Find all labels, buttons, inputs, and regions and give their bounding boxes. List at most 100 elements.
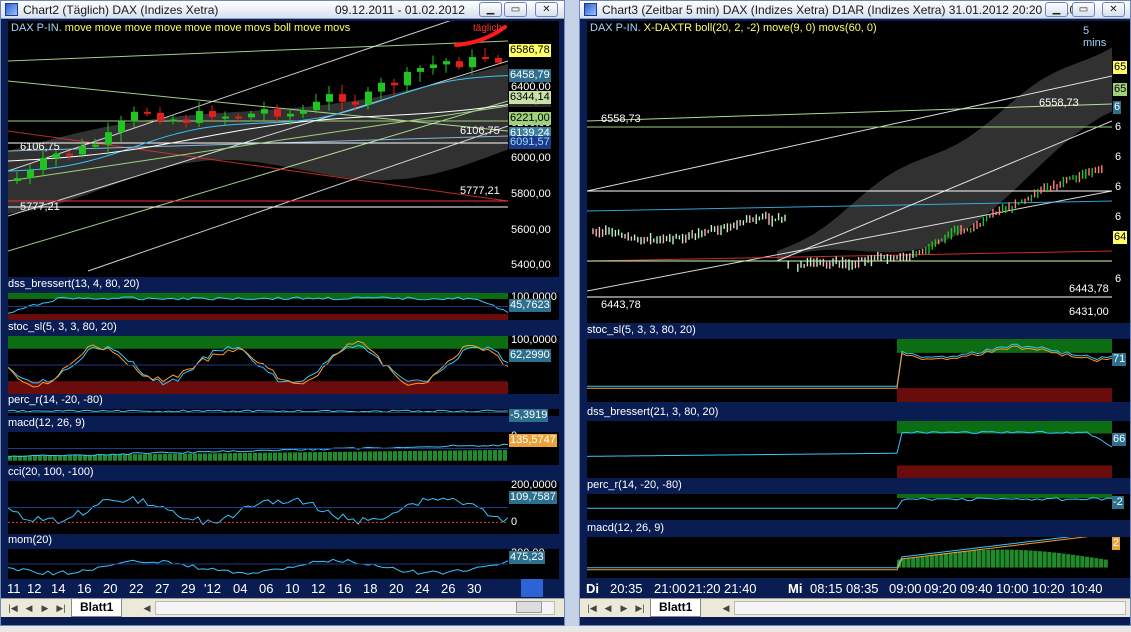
indicator-pane[interactable]	[587, 421, 1112, 478]
indicator-pane[interactable]	[8, 481, 508, 534]
level-label: 6443,78	[601, 299, 641, 311]
sheet-tab[interactable]: Blatt1	[650, 599, 702, 617]
maximize-button[interactable]: ▭	[504, 2, 527, 17]
candle-body	[235, 116, 242, 119]
indicator-tick-label: 100,0000	[511, 334, 557, 346]
indicator-pane[interactable]	[8, 409, 508, 416]
horizontal-scrollbar[interactable]	[155, 601, 555, 615]
price-chart-pane[interactable]: DAX P-IN. move move move move move move …	[8, 21, 508, 277]
next-sheet-icon[interactable]: ▶	[618, 602, 630, 614]
macd-histogram-bar	[1000, 549, 1005, 568]
time-axis-label: 12	[27, 581, 42, 596]
close-button[interactable]: ✕	[1102, 2, 1125, 17]
macd-histogram-bar	[944, 552, 948, 568]
time-axis-label: 20	[389, 581, 404, 596]
macd-histogram-bar	[478, 450, 482, 461]
macd-histogram-bar	[1009, 549, 1014, 568]
price-scale[interactable]: 65 65 6 64 6 6 6 6 6	[1112, 21, 1130, 323]
macd-histogram-bar	[418, 450, 422, 461]
indicator-pane-label: dss_bressert(13, 4, 80, 20)	[8, 278, 508, 292]
macd-histogram-bar	[98, 454, 102, 461]
indicator-scale[interactable]: 200,0000 0 109,7587	[508, 479, 559, 534]
window-titlebar[interactable]: Chart3 (Zeitbar 5 min) DAX (Indizes Xetr…	[580, 1, 1130, 19]
indicator-pane[interactable]	[587, 537, 1112, 578]
time-axis-label: 18	[363, 581, 378, 596]
candle-body	[378, 82, 385, 92]
macd-histogram-bar	[33, 455, 37, 461]
candle-body	[53, 153, 60, 159]
next-sheet-icon[interactable]: ▶	[39, 602, 51, 614]
candle-body	[469, 57, 476, 68]
indicator-scale[interactable]: 100,0000 62,2990	[508, 334, 559, 394]
macd-histogram-bar	[163, 453, 167, 461]
first-sheet-icon[interactable]: |◀	[7, 602, 19, 614]
maximize-button[interactable]: ▭	[1072, 2, 1095, 17]
indicator-scale[interactable]: -2	[1112, 494, 1130, 520]
indicator-pane[interactable]	[8, 336, 508, 394]
indicator-pane[interactable]	[8, 549, 508, 579]
indicator-pane[interactable]	[587, 339, 1112, 402]
prev-sheet-icon[interactable]: ◀	[602, 602, 614, 614]
last-sheet-icon[interactable]: ▶|	[634, 602, 646, 614]
price-chart-pane[interactable]: DAX P-IN. X-DAXTR boll(20, 2, -2) move(9…	[587, 21, 1112, 323]
candle-body	[248, 113, 255, 118]
macd-histogram-bar	[906, 558, 911, 568]
first-sheet-icon[interactable]: |◀	[586, 602, 598, 614]
indicator-pane[interactable]	[8, 293, 508, 320]
indicator-canvas	[8, 293, 508, 320]
chart-window-5min[interactable]: Chart3 (Zeitbar 5 min) DAX (Indizes Xetr…	[579, 0, 1131, 626]
indicator-tick-label: 200,0000	[511, 479, 557, 491]
macd-histogram-bar	[318, 452, 322, 461]
scroll-left-icon[interactable]: ◀	[720, 602, 732, 614]
indicator-canvas	[587, 339, 1112, 402]
macd-histogram-bar	[328, 451, 332, 461]
macd-histogram-bar	[398, 451, 402, 461]
prev-sheet-icon[interactable]: ◀	[23, 602, 35, 614]
indicator-scale[interactable]: 100,0000 45,7623	[508, 291, 559, 320]
indicator-scale[interactable]: 200,00475,23	[508, 547, 559, 579]
macd-histogram-bar	[901, 558, 906, 568]
indicator-scale[interactable]: 2	[1112, 537, 1130, 578]
indicator-scale[interactable]: 71	[1112, 339, 1130, 402]
indicator-scale[interactable]: 66	[1112, 421, 1130, 478]
indicator-pane-label: stoc_sl(5, 3, 3, 80, 20)	[587, 324, 1112, 338]
price-pane-label: DAX P-IN. move move move move move move …	[11, 22, 351, 34]
bollinger-band	[777, 47, 1112, 261]
chart-tool-icon[interactable]	[521, 579, 543, 597]
time-axis-label: 22	[129, 581, 144, 596]
minimize-button[interactable]: ▁	[1045, 2, 1068, 17]
window-titlebar[interactable]: Chart2 (Täglich) DAX (Indizes Xetra) 09.…	[1, 1, 564, 19]
candle-body	[300, 110, 307, 114]
close-button[interactable]: ✕	[535, 2, 558, 17]
time-axis-label: 06	[259, 581, 274, 596]
chart-window-daily[interactable]: Chart2 (Täglich) DAX (Indizes Xetra) 09.…	[0, 0, 565, 626]
macd-histogram-bar	[293, 452, 297, 461]
macd-histogram-bar	[1099, 558, 1104, 568]
macd-histogram-bar	[188, 453, 192, 461]
price-tag: 6	[1113, 101, 1122, 114]
macd-histogram-bar	[178, 453, 182, 461]
time-axis-label: 09:40	[960, 581, 993, 596]
scrollbar-thumb[interactable]	[516, 601, 542, 613]
sheet-tab[interactable]: Blatt1	[71, 599, 123, 617]
horizontal-scrollbar[interactable]	[734, 601, 1126, 615]
macd-histogram-bar	[428, 450, 432, 461]
indicator-canvas	[8, 496, 508, 526]
candle-body	[14, 178, 21, 181]
indicator-scale[interactable]: -5,3919	[508, 409, 559, 422]
scroll-left-icon[interactable]: ◀	[141, 602, 153, 614]
candle-body	[196, 111, 203, 123]
candle-body	[261, 109, 268, 114]
macd-histogram-bar	[1014, 549, 1019, 568]
macd-histogram-bar	[238, 453, 242, 461]
minimize-button[interactable]: ▁	[479, 2, 502, 17]
indicator-pane[interactable]	[8, 432, 508, 465]
macd-histogram-bar	[458, 450, 462, 461]
macd-histogram-bar	[915, 556, 920, 568]
last-sheet-icon[interactable]: ▶|	[55, 602, 67, 614]
price-scale[interactable]: 6400,006200,006000,005800,005600,005400,…	[508, 21, 559, 277]
indicator-scale[interactable]: 0135,5747	[508, 430, 559, 465]
indicator-pane[interactable]	[587, 494, 1112, 520]
indicator-line	[587, 497, 1112, 509]
price-tick-label: 5800,00	[511, 188, 551, 200]
